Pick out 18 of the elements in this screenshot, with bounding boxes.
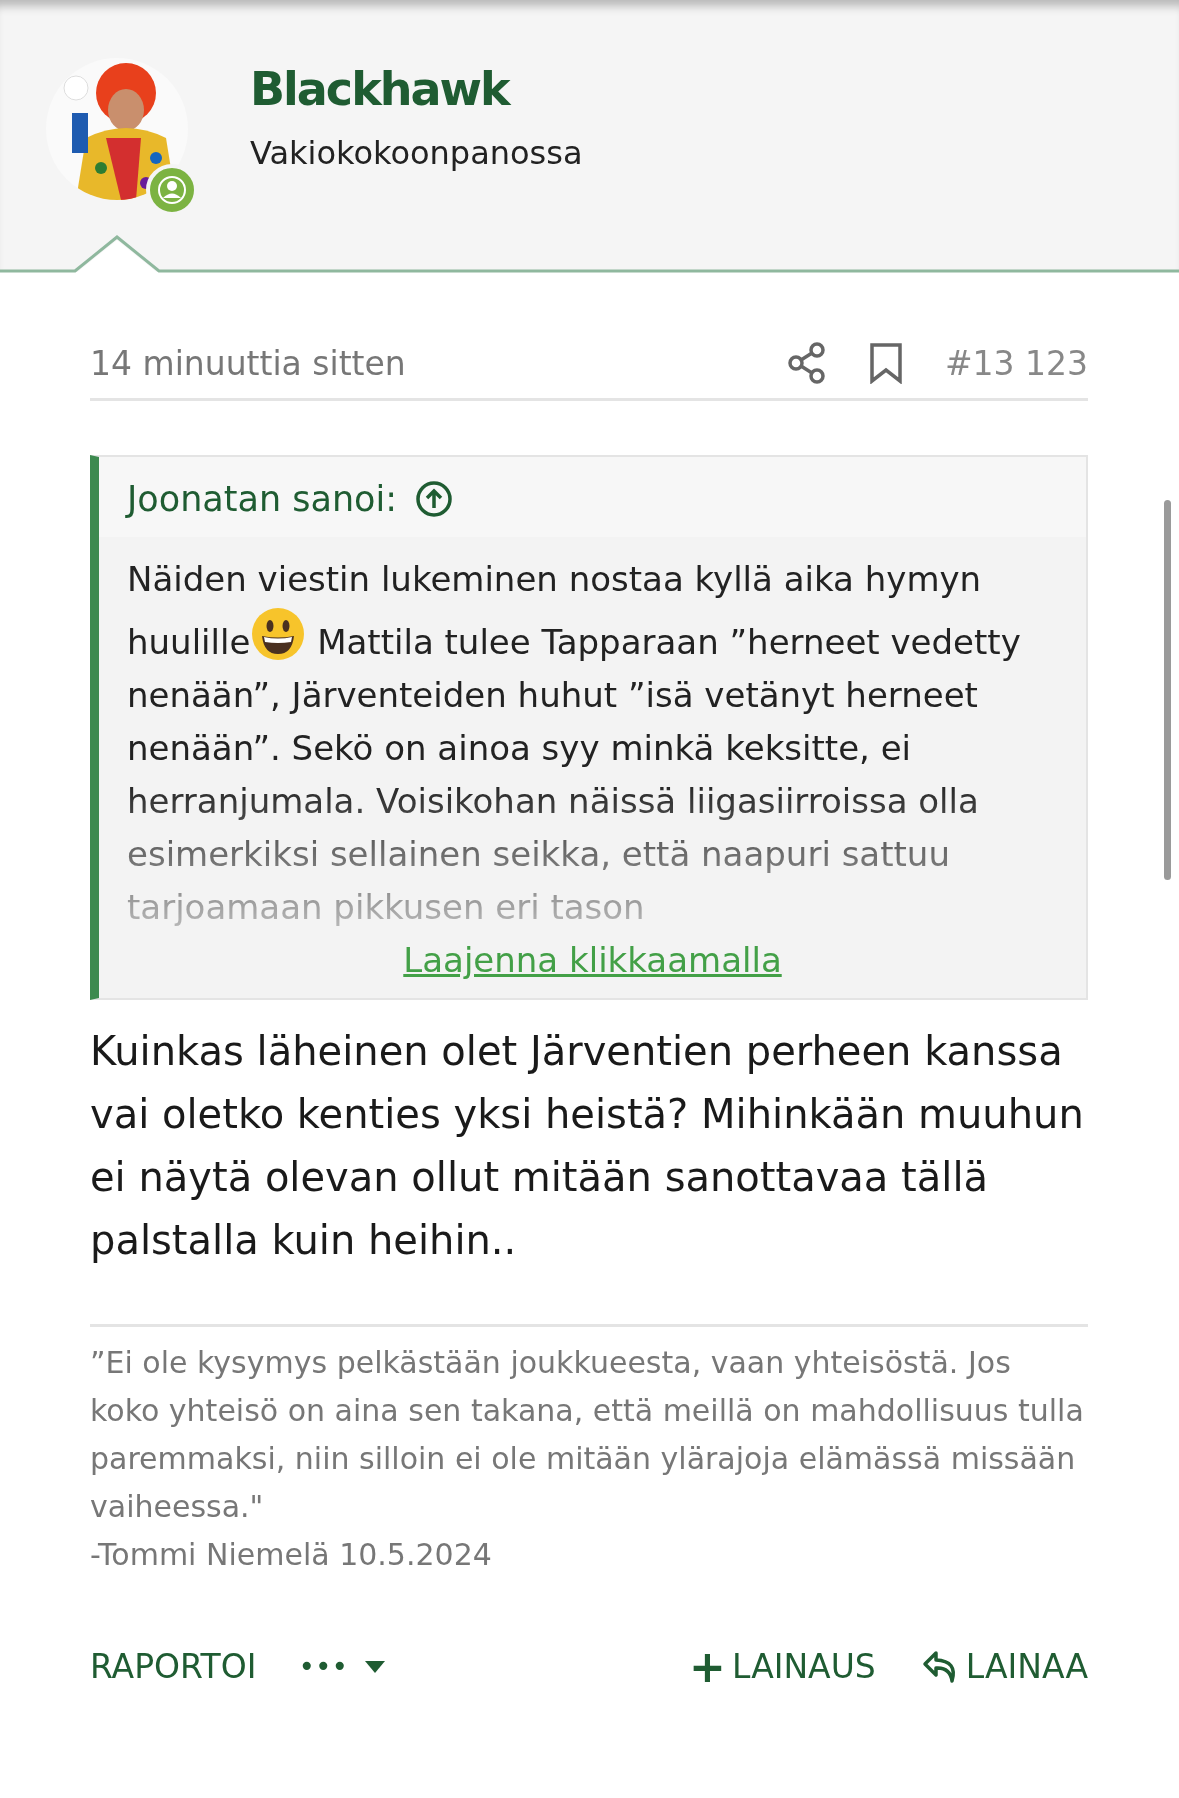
scrollbar[interactable]	[1164, 500, 1171, 880]
reply-button[interactable]: LAINAA	[921, 1647, 1088, 1686]
grinning-emoji-icon	[250, 606, 307, 662]
bookmark-icon[interactable]	[868, 342, 903, 384]
post-time: 14 minuuttia sitten	[90, 343, 407, 383]
more-button[interactable]: •••	[298, 1650, 690, 1683]
share-icon[interactable]	[786, 342, 827, 384]
quote-author: Joonatan sanoi:	[127, 479, 398, 519]
report-button[interactable]: RAPORTOI	[90, 1647, 257, 1686]
username[interactable]: Blackhawk	[250, 62, 583, 116]
post-number[interactable]: #13 123	[944, 343, 1088, 383]
post-body: Kuinkas läheinen olet Järventien perheen kanssa vai oletko kenties yksi heistä? Mihinkään muuhun ei näytä olevan ollut mitään sanottavaa tällä palstalla kuin heihin..	[90, 1027, 1085, 1265]
quote-text: Näiden viestin lukeminen nostaa kyllä aika hymyn huulille Mattila tulee Tapparaan ”herneet vedetty nenään”, Järventeiden huhut ”isä vetänyt herneet nenään”. Sekö on ainoa syy minkä keksitte, ei herranjumala. Voisikohan näissä liigasiirroissa olla esimerkiksi sellainen seikka, että naapuri sattuu tarjoamaan pikkusen eri tason	[127, 558, 1022, 929]
multiquote-button[interactable]: +LAINAUS	[689, 1641, 876, 1692]
caret-icon	[364, 1659, 386, 1674]
signature-text: ”Ei ole kysymys pelkästään joukkueesta, vaan yhteisöstä. Jos koko yhteisö on aina sen takana, että meillä on mahdollisuus tulla paremmaksi, niin silloin ei ole mitään ylärajoja elämässä missään vaiheessa."	[90, 1344, 1085, 1526]
user-title: Vakiokokoonpanossa	[250, 134, 583, 172]
signature-text: -Tommi Niemelä 10.5.2024	[90, 1536, 493, 1574]
